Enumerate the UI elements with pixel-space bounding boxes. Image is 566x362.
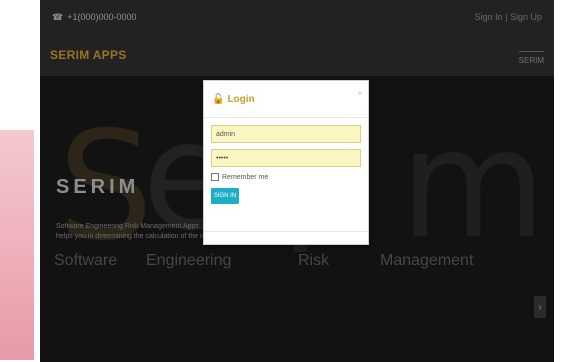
sign-in-button[interactable]: SIGN IN bbox=[211, 188, 239, 204]
modal-footer bbox=[204, 231, 368, 244]
close-icon[interactable]: × bbox=[357, 89, 362, 98]
lock-icon: 🔓 bbox=[212, 93, 225, 105]
pink-side-strip bbox=[0, 130, 34, 360]
modal-body: admin ••••• Remember me SIGN IN bbox=[204, 118, 368, 204]
password-value: ••••• bbox=[216, 154, 229, 162]
remember-me-row[interactable]: Remember me bbox=[211, 173, 361, 181]
remember-me-label: Remember me bbox=[222, 173, 269, 181]
username-field[interactable]: admin bbox=[211, 125, 361, 143]
remember-me-checkbox[interactable] bbox=[211, 173, 219, 181]
modal-header: 🔓 Login × bbox=[204, 81, 368, 118]
login-modal: 🔓 Login × admin ••••• Remember me SIGN I… bbox=[203, 80, 369, 245]
password-field[interactable]: ••••• bbox=[211, 149, 361, 167]
modal-title: Login bbox=[227, 93, 255, 105]
username-value: admin bbox=[216, 130, 236, 138]
